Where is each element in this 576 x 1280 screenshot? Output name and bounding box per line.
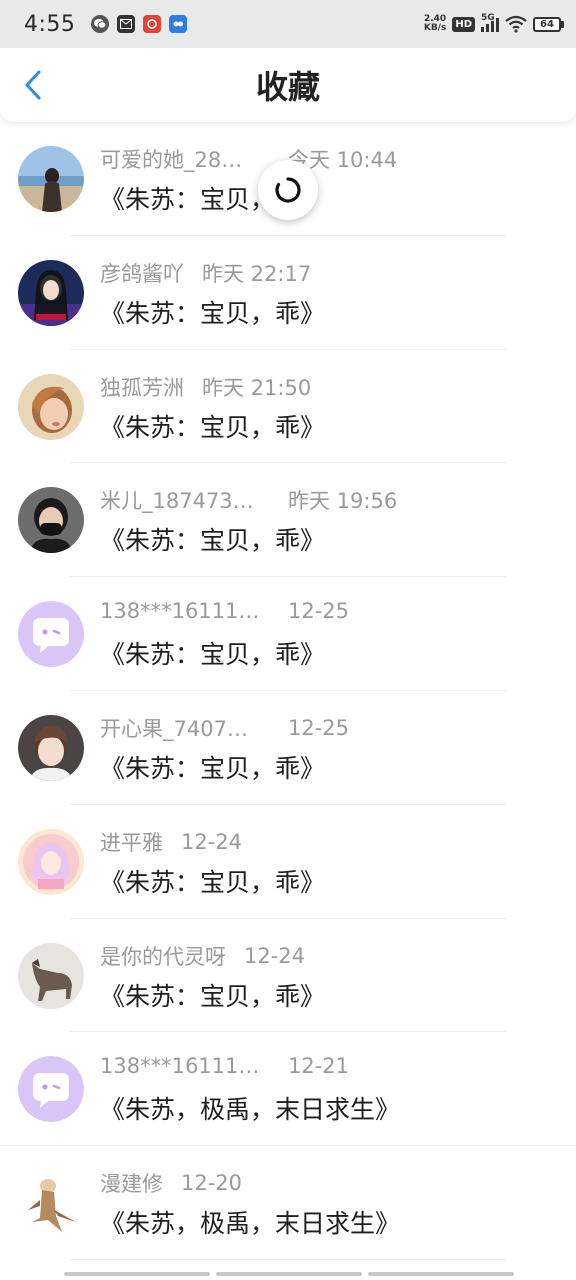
user-name: 可爱的她_28…: [100, 148, 243, 172]
avatar[interactable]: [18, 1056, 84, 1123]
timestamp: 昨天 19:56: [288, 489, 398, 514]
avatar[interactable]: [18, 146, 84, 212]
system-status-icons: 2.40 KB/s HD 5G 64: [423, 13, 564, 33]
notification-icons: [91, 15, 188, 33]
favorite-title: 《朱苏：宝贝，乖》: [100, 412, 326, 442]
loading-spinner: [258, 160, 318, 220]
list-item[interactable]: 米儿_187473… 昨天 19:56 《朱苏：宝贝，乖》: [0, 463, 576, 578]
back-button[interactable]: [18, 70, 48, 100]
avatar[interactable]: [18, 942, 84, 1009]
avatar[interactable]: [18, 259, 84, 326]
avatar[interactable]: [18, 714, 84, 781]
wifi-icon: [505, 15, 527, 33]
wechat-icon: [91, 15, 110, 33]
timestamp: 12-24: [181, 829, 243, 854]
scroll-indicator: [64, 1272, 514, 1278]
page-title: 收藏: [255, 68, 320, 106]
signal-icon: 5G: [481, 13, 499, 32]
favorite-title: 《朱苏：宝贝，乖》: [100, 640, 326, 670]
app-notification-icon: [169, 15, 188, 33]
default-avatar-icon: [18, 1056, 84, 1123]
list-item[interactable]: 独孤芳洲 昨天 21:50 《朱苏：宝贝，乖》: [0, 350, 576, 464]
user-name: 独孤芳洲: [100, 375, 184, 400]
avatar[interactable]: [18, 1170, 84, 1237]
avatar[interactable]: [18, 601, 84, 668]
app-header: 收藏: [0, 48, 576, 122]
battery-icon: 64: [533, 16, 564, 32]
user-name: 开心果_7407…: [100, 716, 248, 741]
list-item[interactable]: 漫建修 12-20 《朱苏，极禹，末日求生》: [0, 1146, 576, 1260]
list-item[interactable]: 138***16111… 12-21 《朱苏，极禹，末日求生》: [0, 1032, 576, 1147]
favorites-list: 可爱的她_28… 今天 10:44 《朱苏：宝贝，乖》 彦鸽酱吖 昨天 22:1…: [0, 122, 576, 1260]
list-item[interactable]: 彦鸽酱吖 昨天 22:17 《朱苏：宝贝，乖》: [0, 236, 576, 350]
status-bar: 4:55 2.40 KB/s HD 5G 64: [0, 0, 576, 48]
timestamp: 12-20: [181, 1171, 243, 1196]
user-name: 是你的代灵呀: [100, 944, 226, 969]
user-name: 彦鸽酱吖: [100, 261, 184, 286]
divider: [70, 1258, 506, 1260]
user-name: 138***16111…: [100, 1054, 260, 1079]
favorite-title: 《朱苏：宝贝，乖》: [100, 867, 326, 897]
timestamp: 12-24: [244, 943, 306, 968]
favorite-title: 《朱苏：宝贝，乖》: [100, 753, 326, 783]
user-name: 138***16111…: [100, 599, 260, 624]
timestamp: 12-25: [288, 599, 350, 624]
list-item[interactable]: 是你的代灵呀 12-24 《朱苏：宝贝，乖》: [0, 919, 576, 1033]
avatar[interactable]: [18, 828, 84, 895]
user-name: 漫建修: [100, 1172, 163, 1197]
mail-icon: [117, 15, 136, 33]
list-item[interactable]: 138***16111… 12-25 《朱苏：宝贝，乖》: [0, 577, 576, 691]
default-avatar-icon: [18, 601, 84, 668]
timestamp: 12-21: [288, 1054, 350, 1079]
avatar[interactable]: [18, 487, 84, 554]
spinner-icon: [275, 177, 301, 203]
favorite-title: 《朱苏：宝贝，乖》: [100, 298, 326, 328]
timestamp: 昨天 22:17: [202, 261, 312, 286]
favorite-title: 《朱苏，极禹，末日求生》: [100, 1095, 401, 1125]
list-item[interactable]: 进平雅 12-24 《朱苏：宝贝，乖》: [0, 805, 576, 919]
chevron-left-icon: [25, 70, 41, 100]
list-item[interactable]: 开心果_7407… 12-25 《朱苏：宝贝，乖》: [0, 691, 576, 805]
app-notification-icon: [143, 15, 162, 33]
favorite-title: 《朱苏：宝贝，乖》: [100, 526, 326, 556]
timestamp: 昨天 21:50: [202, 375, 312, 400]
user-name: 米儿_187473…: [100, 489, 254, 514]
favorite-title: 《朱苏，极禹，末日求生》: [100, 1209, 401, 1239]
avatar[interactable]: [18, 373, 84, 440]
status-time: 4:55: [24, 11, 76, 37]
hd-badge: HD: [452, 16, 475, 32]
favorite-title: 《朱苏：宝贝，乖》: [100, 981, 326, 1011]
network-speed: 2.40 KB/s: [423, 14, 447, 33]
timestamp: 12-25: [288, 715, 350, 740]
user-name: 进平雅: [100, 830, 163, 855]
